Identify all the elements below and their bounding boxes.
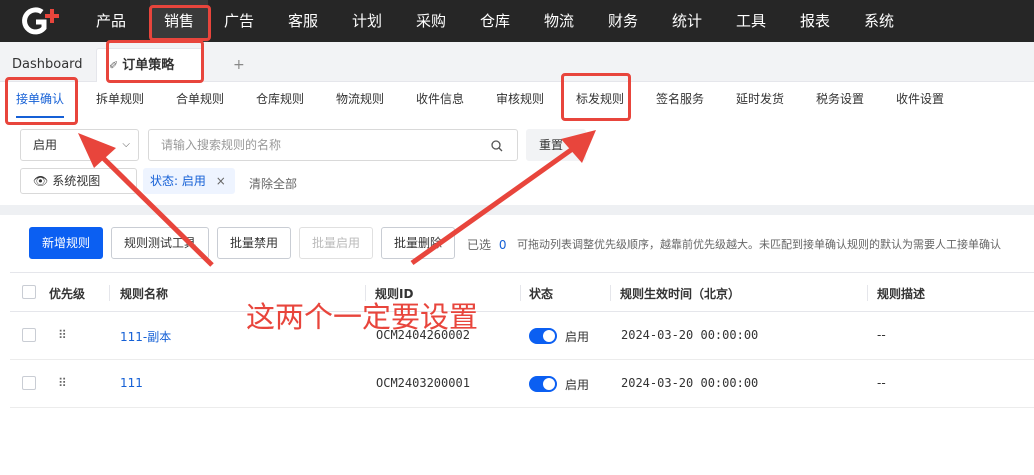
column-priority: 优先级	[49, 287, 86, 301]
chevron-down-icon: ⌵	[122, 139, 130, 150]
rule-description: --	[877, 376, 886, 390]
column-divider	[867, 285, 868, 301]
drag-handle-icon[interactable]: ⠿	[58, 328, 67, 342]
subnav-recipient-info[interactable]: 收件信息	[416, 90, 464, 107]
rule-id: OCM2403200001	[376, 376, 470, 390]
nav-item-customer-service[interactable]: 客服	[288, 0, 318, 42]
column-status: 状态	[529, 287, 554, 301]
subnav-merge-rules[interactable]: 合单规则	[176, 90, 224, 107]
nav-item-purchase[interactable]: 采购	[416, 0, 446, 42]
effective-time: 2024-03-20 00:00:00	[621, 328, 759, 342]
rule-name-link[interactable]: 111	[120, 376, 143, 390]
subnav-split-rules[interactable]: 拆单规则	[96, 90, 144, 107]
table-row[interactable]: ⠿ 111-副本 OCM2404260002 启用 2024-03-20 00:…	[10, 312, 1034, 360]
status-label: 启用	[565, 378, 590, 392]
search-input[interactable]: 请输入搜索规则的名称	[148, 129, 518, 161]
table-row[interactable]: ⠿ 111 OCM2403200001 启用 2024-03-20 00:00:…	[10, 360, 1034, 408]
search-icon[interactable]	[491, 140, 503, 152]
column-effective-time: 规则生效时间（北京）	[620, 287, 741, 301]
clear-all-link[interactable]: 清除全部	[249, 175, 297, 192]
column-divider	[520, 285, 521, 301]
selected-count-value: 0	[498, 238, 507, 252]
select-all-checkbox[interactable]	[22, 285, 36, 299]
column-divider	[610, 285, 611, 301]
column-description: 规则描述	[877, 287, 926, 301]
highlight-box-ship-mark	[561, 73, 631, 121]
subnav-delayed-shipping[interactable]: 延时发货	[736, 90, 784, 107]
rule-description: --	[877, 328, 886, 342]
section-divider	[0, 205, 1034, 215]
priority-hint-text: 可拖动列表调整优先级顺序，越靠前优先级越大。未匹配到接单确认规则的默认为需要人工…	[517, 238, 1001, 251]
subnav-review-rules[interactable]: 审核规则	[496, 90, 544, 107]
status-toggle[interactable]	[529, 328, 557, 344]
effective-time: 2024-03-20 00:00:00	[621, 376, 759, 390]
status-toggle[interactable]	[529, 376, 557, 392]
status-select-value: 启用	[33, 138, 58, 152]
table-header: 优先级 规则名称 规则ID 状态 规则生效时间（北京） 规则描述	[10, 272, 1034, 312]
nav-item-system[interactable]: 系统	[864, 0, 894, 42]
add-tab-button[interactable]: +	[233, 48, 245, 82]
status-label: 启用	[565, 330, 590, 344]
nav-item-ads[interactable]: 广告	[224, 0, 254, 42]
nav-item-plan[interactable]: 计划	[352, 0, 382, 42]
batch-disable-button[interactable]: 批量禁用	[217, 227, 291, 259]
status-chip-key: 状态:	[150, 174, 179, 188]
drag-handle-icon[interactable]: ⠿	[58, 376, 67, 390]
rule-test-tool-button[interactable]: 规则测试工具	[111, 227, 209, 259]
reset-button[interactable]: 重置	[526, 129, 586, 161]
system-view-label: 系统视图	[52, 174, 101, 188]
status-filter-chip: 状态: 启用 ×	[143, 168, 235, 194]
system-view-chip[interactable]: 👁 系统视图	[20, 168, 137, 194]
status-select[interactable]: 启用 ⌵	[20, 129, 139, 161]
nav-item-reports[interactable]: 报表	[800, 0, 830, 42]
batch-enable-button[interactable]: 批量启用	[299, 227, 373, 259]
nav-item-statistics[interactable]: 统计	[672, 0, 702, 42]
eye-icon: 👁	[33, 174, 49, 188]
subnav-logistics-rules[interactable]: 物流规则	[336, 90, 384, 107]
batch-delete-button[interactable]: 批量删除	[381, 227, 455, 259]
status-chip-value: 启用	[181, 174, 206, 188]
subnav-signature-service[interactable]: 签名服务	[656, 90, 704, 107]
rule-name-link[interactable]: 111-副本	[120, 328, 171, 345]
subnav-tax-settings[interactable]: 税务设置	[816, 90, 864, 107]
search-placeholder: 请输入搜索规则的名称	[161, 138, 282, 152]
subnav-recipient-settings[interactable]: 收件设置	[896, 90, 944, 107]
column-rule-name: 规则名称	[120, 287, 169, 301]
nav-item-finance[interactable]: 财务	[608, 0, 638, 42]
annotation-text: 这两个一定要设置	[246, 300, 479, 334]
highlight-box-order-confirm	[5, 77, 78, 125]
highlight-box-order-strategy	[106, 40, 204, 83]
app-logo[interactable]	[20, 6, 64, 36]
row-checkbox[interactable]	[22, 376, 36, 390]
highlight-box-sales	[149, 5, 211, 41]
column-divider	[109, 285, 110, 301]
nav-item-products[interactable]: 产品	[96, 0, 126, 42]
nav-item-tools[interactable]: 工具	[736, 0, 766, 42]
subnav-warehouse-rules[interactable]: 仓库规则	[256, 90, 304, 107]
row-checkbox[interactable]	[22, 328, 36, 342]
nav-item-logistics[interactable]: 物流	[544, 0, 574, 42]
selected-prefix: 已选	[467, 238, 492, 252]
nav-item-warehouse[interactable]: 仓库	[480, 0, 510, 42]
close-icon[interactable]: ×	[216, 174, 226, 188]
add-rule-button[interactable]: 新增规则	[29, 227, 103, 259]
selected-count: 已选 0	[467, 236, 506, 253]
